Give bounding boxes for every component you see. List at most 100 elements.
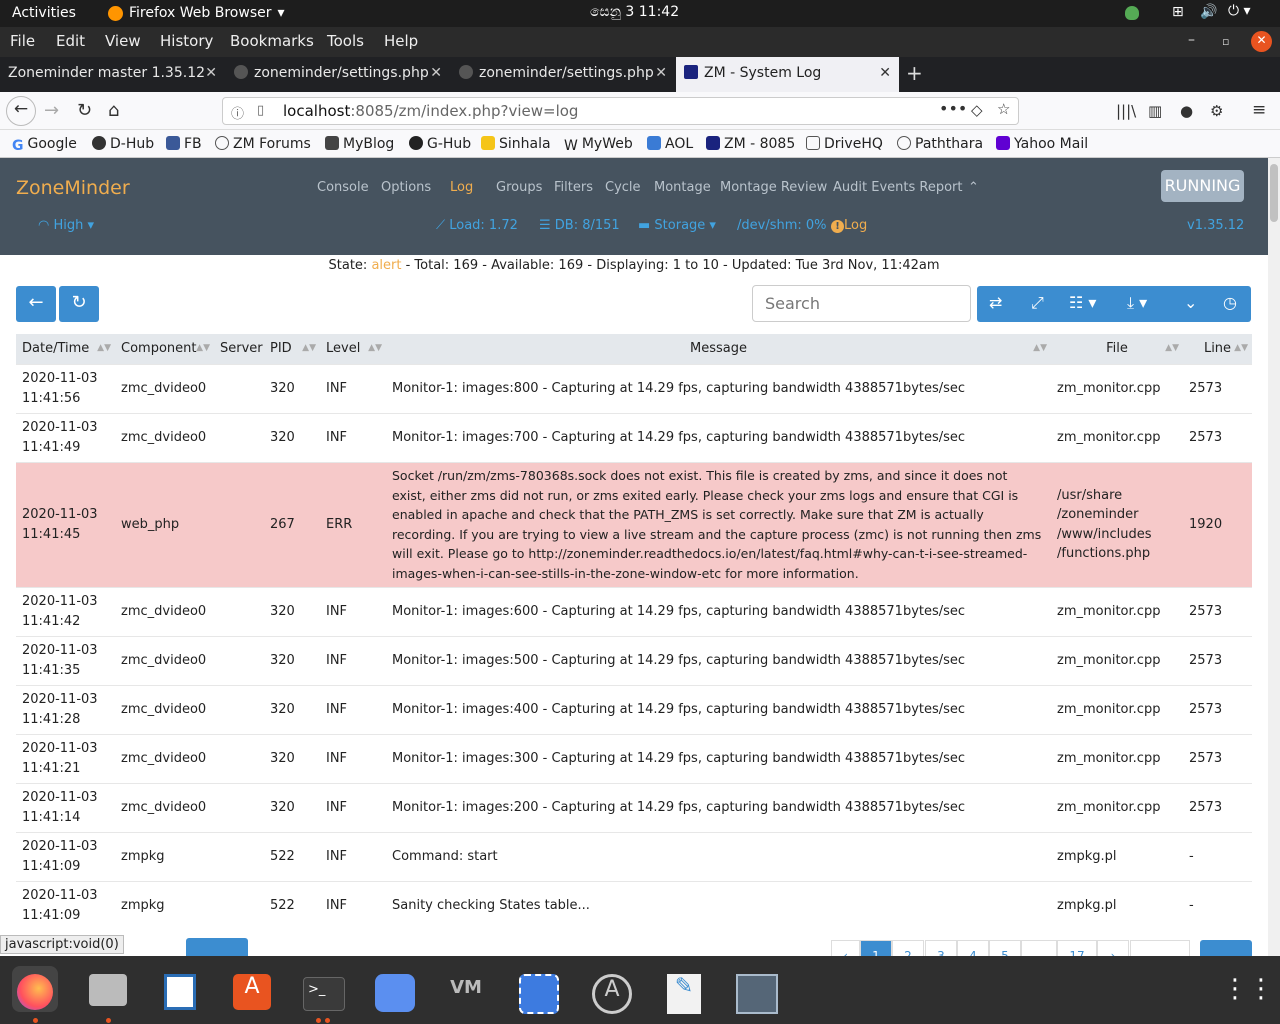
bookmark-yahoo-mail[interactable]: Yahoo Mail — [996, 136, 1088, 152]
power-icon[interactable]: ⏻ ▾ — [1228, 3, 1251, 19]
bookmark-myblog[interactable]: MyBlog — [325, 136, 394, 152]
table-row[interactable]: 2020-11-03 11:41:49 zmc_dvideo0 320 INF Monit… — [16, 412, 1252, 462]
storage-dropdown[interactable]: ▬ Storage ▾ — [638, 218, 716, 233]
nav-montage[interactable]: Montage — [654, 180, 711, 195]
library-icon[interactable]: |||\ — [1116, 102, 1136, 120]
forward-button[interactable]: → — [44, 100, 59, 121]
nav-audit-events-report[interactable]: Audit Events Report — [833, 180, 962, 195]
page-jump-input[interactable] — [1130, 940, 1190, 956]
columns-icon[interactable]: ☷ ▾ — [1069, 293, 1096, 312]
table-row[interactable]: 2020-11-03 11:41:09 zmpkg 522 INF Sanity chec… — [16, 880, 1252, 930]
page-17[interactable]: 17 — [1057, 940, 1097, 956]
files-launcher[interactable] — [85, 966, 131, 1012]
menu-file[interactable]: File — [10, 32, 35, 50]
tab-system-log[interactable]: ZM - System Log ✕ — [676, 57, 899, 92]
col-level[interactable]: Level ▲▼ — [320, 334, 386, 364]
nav-options[interactable]: Options — [381, 180, 431, 195]
updater-launcher[interactable]: A — [589, 966, 635, 1014]
clock[interactable]: සෙනු 3 11:42 — [590, 4, 679, 20]
volume-icon[interactable]: 🔊 — [1200, 4, 1217, 20]
col-line[interactable]: Line ▲▼ — [1183, 334, 1252, 364]
minimize-icon[interactable]: – — [1188, 32, 1195, 48]
col-component[interactable]: Component ▲▼ — [115, 334, 214, 364]
close-icon[interactable]: ✕ — [205, 65, 217, 81]
bookmark-myweb[interactable]: W MyWeb — [564, 136, 633, 154]
text-editor-launcher[interactable]: ✎ — [661, 966, 707, 1014]
sidebar-icon[interactable]: ▥ — [1148, 102, 1162, 120]
go-button[interactable] — [1200, 940, 1252, 956]
menu-tools[interactable]: Tools — [327, 32, 364, 50]
menu-view[interactable]: View — [105, 32, 141, 50]
tab-settings-2[interactable]: zoneminder/settings.php ✕ — [451, 57, 675, 92]
bookmark-paththara[interactable]: Paththara — [897, 136, 983, 152]
close-icon[interactable]: ✕ — [430, 65, 442, 81]
table-row[interactable]: 2020-11-03 11:41:42 zmc_dvideo0 320 INF Monit… — [16, 586, 1252, 636]
url-bar[interactable]: ⓘ ▯ localhost:8085/zm/index.php?view=log ••… — [222, 97, 1019, 125]
nav-groups[interactable]: Groups — [496, 180, 542, 195]
bookmark-aol[interactable]: AOL — [647, 136, 693, 152]
tab-zoneminder-master[interactable]: Zoneminder master 1.35.12 ✕ — [0, 57, 225, 92]
app-menu[interactable]: Firefox Web Browser ▾ — [108, 5, 285, 21]
table-row[interactable]: 2020-11-03 11:41:45 web_php 267 ERR Socket /r… — [16, 461, 1252, 587]
writer-launcher[interactable] — [157, 966, 203, 1012]
close-icon[interactable]: ✕ — [655, 65, 667, 81]
scrollbar-thumb[interactable] — [1270, 164, 1278, 222]
rows-per-page-button[interactable] — [186, 938, 248, 956]
page-3[interactable]: 3 — [925, 940, 957, 956]
bookmark-zm-8085[interactable]: ZM - 8085 — [706, 136, 795, 152]
remote-desktop-launcher[interactable] — [372, 966, 418, 1012]
fullscreen-icon[interactable]: ⤢ — [1031, 293, 1044, 313]
back-arrow-button[interactable]: ← — [16, 286, 56, 322]
table-row[interactable]: 2020-11-03 11:41:56 zmc_dvideo0 320 INF Monit… — [16, 363, 1252, 413]
star-icon[interactable]: ☆ — [997, 100, 1010, 118]
nav-cycle[interactable]: Cycle — [605, 180, 641, 195]
menu-history[interactable]: History — [160, 32, 213, 50]
bookmark-d-hub[interactable]: D-Hub — [92, 136, 154, 152]
search-input[interactable]: Search — [752, 285, 971, 322]
menu-edit[interactable]: Edit — [56, 32, 85, 50]
media-launcher[interactable] — [734, 966, 780, 1014]
nav-console[interactable]: Console — [317, 180, 369, 195]
page-2[interactable]: 2 — [892, 940, 924, 956]
log-status[interactable]: ! Log — [831, 218, 867, 233]
firefox-launcher[interactable] — [12, 966, 58, 1012]
col-pid[interactable]: PID ▲▼ — [264, 334, 320, 364]
table-row[interactable]: 2020-11-03 11:41:14 zmc_dvideo0 320 INF Monit… — [16, 782, 1252, 832]
home-button[interactable]: ⌂ — [108, 100, 119, 121]
activities-button[interactable]: Activities — [12, 5, 76, 21]
table-row[interactable]: 2020-11-03 11:41:09 zmpkg 522 INF Command: st… — [16, 831, 1252, 881]
nav-montage-review[interactable]: Montage Review — [720, 180, 827, 195]
page-next[interactable]: › — [1097, 940, 1129, 956]
nav-log[interactable]: Log — [450, 180, 473, 195]
vm-launcher[interactable]: VM — [443, 966, 489, 1012]
refresh-button[interactable]: ↻ — [59, 286, 99, 322]
tab-settings-1[interactable]: zoneminder/settings.php ✕ — [226, 57, 450, 92]
menu-help[interactable]: Help — [384, 32, 418, 50]
chevron-up-icon[interactable]: ⌃ — [968, 180, 979, 195]
show-apps-icon[interactable]: ⋮⋮⋮ — [1222, 966, 1280, 1012]
col-message[interactable]: Message ▲▼ — [386, 334, 1051, 364]
bandwidth-dropdown[interactable]: ◠ High ▾ — [38, 218, 94, 233]
bookmark-zm-forums[interactable]: ZM Forums — [215, 136, 311, 152]
col-datetime[interactable]: Date/Time ▲▼ — [16, 334, 115, 364]
chevron-down-icon[interactable]: ⌄ — [1184, 293, 1197, 312]
table-row[interactable]: 2020-11-03 11:41:35 zmc_dvideo0 320 INF Monit… — [16, 635, 1252, 685]
bookmark-drivehq[interactable]: DriveHQ — [806, 136, 883, 152]
zm-logo[interactable]: ZoneMinder — [16, 177, 130, 199]
bookmark-g-hub[interactable]: G-Hub — [409, 136, 471, 152]
table-row[interactable]: 2020-11-03 11:41:28 zmc_dvideo0 320 INF Monit… — [16, 684, 1252, 734]
page-actions-icon[interactable]: ••• — [939, 99, 967, 118]
terminal-launcher[interactable]: >_ — [301, 966, 347, 1012]
page-5[interactable]: 5 — [989, 940, 1021, 956]
table-row[interactable]: 2020-11-03 11:41:21 zmc_dvideo0 320 INF Monit… — [16, 733, 1252, 783]
bookmark-fb[interactable]: FB — [166, 136, 202, 152]
software-launcher[interactable]: A — [229, 966, 275, 1012]
col-file[interactable]: File ▲▼ — [1051, 334, 1183, 364]
nav-filters[interactable]: Filters — [554, 180, 593, 195]
close-icon[interactable]: ✕ — [879, 65, 891, 81]
page-1[interactable]: 1 — [860, 940, 892, 956]
extensions-icon[interactable]: ⚙ — [1210, 102, 1223, 120]
export-icon[interactable]: ⤓ ▾ — [1127, 293, 1147, 313]
hamburger-menu-icon[interactable]: ≡ — [1252, 100, 1266, 120]
page-prev[interactable]: ‹ — [831, 940, 860, 956]
